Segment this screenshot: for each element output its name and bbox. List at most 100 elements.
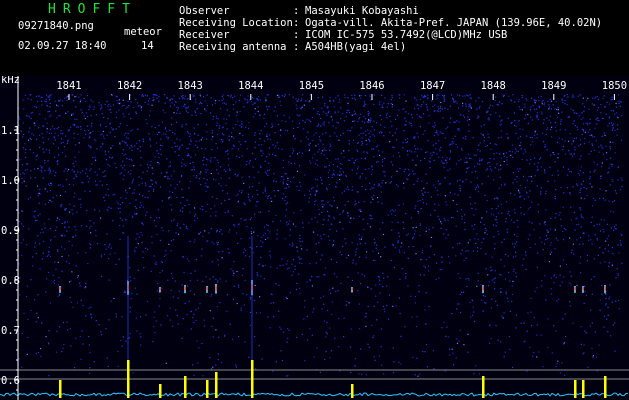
noise-dot bbox=[589, 122, 591, 125]
noise-dot bbox=[497, 212, 499, 214]
noise-dot bbox=[56, 117, 58, 119]
noise-dot bbox=[406, 141, 409, 143]
noise-dot bbox=[553, 153, 555, 156]
noise-dot bbox=[447, 126, 449, 128]
noise-dot bbox=[131, 149, 133, 151]
noise-dot bbox=[447, 108, 449, 110]
noise-dot bbox=[210, 172, 212, 175]
noise-dot bbox=[429, 167, 431, 169]
noise-dot bbox=[191, 169, 193, 171]
noise-dot bbox=[436, 153, 438, 155]
noise-dot bbox=[317, 111, 319, 113]
noise-dot bbox=[195, 114, 197, 116]
noise-dot bbox=[403, 252, 406, 254]
noise-dot bbox=[296, 250, 298, 252]
noise-dot bbox=[403, 170, 405, 172]
noise-dot bbox=[380, 131, 382, 133]
noise-dot bbox=[169, 191, 171, 193]
noise-dot bbox=[207, 186, 209, 188]
noise-dot bbox=[578, 115, 580, 117]
noise-dot bbox=[94, 209, 96, 211]
echo-core bbox=[59, 287, 61, 291]
noise-dot bbox=[579, 189, 581, 191]
noise-dot bbox=[592, 356, 594, 358]
noise-dot bbox=[101, 113, 103, 115]
noise-dot bbox=[457, 303, 459, 305]
noise-dot bbox=[175, 232, 177, 234]
noise-dot bbox=[380, 346, 382, 348]
noise-dot bbox=[216, 159, 218, 161]
noise-dot bbox=[505, 152, 507, 154]
noise-dot bbox=[263, 234, 265, 236]
noise-dot bbox=[44, 188, 46, 190]
noise-dot bbox=[173, 112, 175, 114]
noise-dot bbox=[108, 258, 110, 260]
noise-dot bbox=[605, 304, 607, 306]
noise-dot bbox=[226, 118, 228, 120]
noise-dot bbox=[114, 162, 116, 165]
noise-dot bbox=[236, 114, 238, 117]
noise-dot bbox=[139, 206, 141, 209]
noise-dot bbox=[463, 291, 465, 293]
noise-dot bbox=[580, 118, 582, 120]
noise-dot bbox=[311, 275, 313, 278]
noise-dot bbox=[215, 215, 217, 217]
noise-dot bbox=[320, 297, 322, 299]
noise-dot bbox=[572, 322, 574, 324]
noise-dot bbox=[567, 140, 570, 142]
noise-dot bbox=[541, 285, 543, 287]
noise-dot bbox=[314, 201, 316, 203]
noise-dot bbox=[582, 243, 584, 245]
noise-dot bbox=[518, 106, 520, 108]
time-tick-label: 1844 bbox=[238, 80, 263, 92]
noise-dot bbox=[87, 181, 89, 183]
noise-dot bbox=[570, 284, 572, 286]
noise-dot bbox=[57, 250, 59, 252]
noise-dot bbox=[227, 210, 229, 212]
noise-dot bbox=[71, 169, 73, 171]
noise-dot bbox=[596, 239, 599, 241]
noise-dot bbox=[298, 115, 300, 117]
noise-dot bbox=[467, 351, 469, 353]
noise-dot bbox=[562, 145, 565, 148]
noise-dot bbox=[500, 130, 502, 132]
noise-dot bbox=[411, 316, 413, 318]
noise-dot bbox=[510, 154, 512, 156]
noise-dot bbox=[141, 95, 143, 97]
noise-dot bbox=[510, 99, 512, 101]
noise-dot bbox=[375, 295, 377, 297]
noise-dot bbox=[288, 161, 290, 163]
noise-dot bbox=[333, 273, 335, 275]
noise-dot bbox=[428, 228, 430, 231]
noise-dot bbox=[229, 168, 231, 170]
noise-dot bbox=[248, 176, 250, 178]
noise-dot bbox=[54, 175, 56, 177]
noise-dot bbox=[604, 261, 606, 263]
noise-dot bbox=[443, 97, 445, 99]
noise-dot bbox=[176, 106, 178, 108]
noise-dot bbox=[180, 202, 182, 204]
noise-dot bbox=[233, 137, 235, 139]
noise-dot bbox=[73, 137, 75, 139]
noise-dot bbox=[216, 133, 219, 136]
noise-dot bbox=[324, 320, 326, 322]
noise-dot bbox=[321, 150, 324, 152]
noise-dot bbox=[493, 198, 495, 200]
noise-dot bbox=[300, 108, 303, 110]
noise-dot bbox=[331, 174, 333, 176]
noise-dot bbox=[250, 231, 252, 233]
noise-dot bbox=[356, 191, 358, 193]
noise-dot bbox=[356, 158, 358, 160]
noise-dot bbox=[495, 112, 497, 114]
noise-dot bbox=[196, 279, 199, 281]
noise-dot bbox=[364, 101, 366, 103]
noise-dot bbox=[42, 148, 44, 150]
noise-dot bbox=[280, 129, 282, 131]
noise-dot bbox=[393, 210, 395, 212]
noise-dot bbox=[513, 221, 515, 223]
noise-dot bbox=[364, 168, 366, 170]
noise-dot bbox=[447, 336, 449, 338]
noise-dot bbox=[581, 216, 583, 218]
noise-dot bbox=[355, 113, 357, 115]
noise-dot bbox=[554, 217, 556, 219]
